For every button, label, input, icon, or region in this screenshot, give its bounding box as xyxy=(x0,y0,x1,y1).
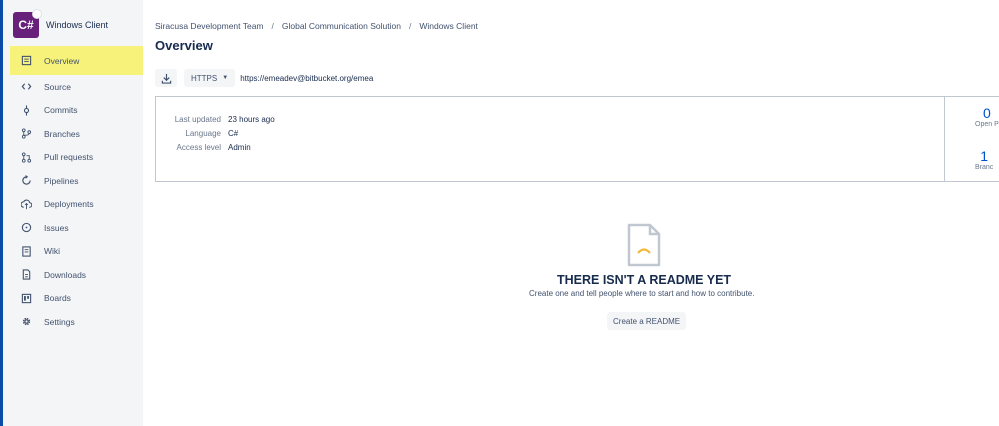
sidebar-item-label: Wiki xyxy=(44,246,61,257)
create-readme-button[interactable]: Create a README xyxy=(607,312,687,330)
info-label: Access level xyxy=(176,142,221,152)
commits-icon xyxy=(20,104,32,116)
readme-empty-subtitle: Create one and tell people where to star… xyxy=(529,289,755,298)
clone-url-field[interactable]: https://emeadev@bitbucket.org/emea xyxy=(235,68,386,88)
breadcrumb-project[interactable]: Global Communication Solution xyxy=(282,21,401,31)
sidebar-item-label: Pipelines xyxy=(44,175,79,186)
sidebar-item-label: Pull requests xyxy=(44,152,94,163)
sidebar-item-label: Boards xyxy=(44,293,71,304)
sidebar-item-overview[interactable]: Overview xyxy=(10,46,143,75)
sidebar-item-wiki[interactable]: Wiki xyxy=(10,240,143,264)
overview-icon xyxy=(20,55,32,67)
stat-value: 1 xyxy=(980,148,989,164)
branches-stat[interactable]: 1 Branc xyxy=(975,148,993,171)
main-content: Siracusa Development Team / Global Communi… xyxy=(143,0,999,426)
deployments-icon xyxy=(20,198,32,210)
sidebar-item-downloads[interactable]: Downloads xyxy=(10,263,143,287)
sidebar-item-label: Deployments xyxy=(44,199,94,210)
stat-label: Branc xyxy=(975,164,994,171)
info-row: Access level Admin xyxy=(164,140,275,154)
open-pull-requests-stat[interactable]: 0 Open P xyxy=(975,105,999,128)
stat-value: 0 xyxy=(982,105,991,121)
repo-details: Last updated 23 hours ago Language C# Ac… xyxy=(164,112,275,154)
info-row: Last updated 23 hours ago xyxy=(164,112,275,126)
info-value: Admin xyxy=(228,142,251,152)
sidebar-item-source[interactable]: Source xyxy=(10,75,143,99)
repo-header[interactable]: C# Windows Client xyxy=(13,9,108,38)
sidebar-item-label: Branches xyxy=(44,128,80,139)
branches-icon xyxy=(20,128,32,140)
protocol-label: HTTPS xyxy=(191,73,218,83)
repo-name[interactable]: Windows Client xyxy=(46,20,108,30)
pipelines-icon xyxy=(20,175,32,187)
clone-bar: HTTPS ▼ https://emeadev@bitbucket.org/em… xyxy=(155,68,386,88)
source-icon xyxy=(20,81,32,93)
empty-readme-icon xyxy=(627,223,661,267)
download-icon xyxy=(161,73,171,84)
sidebar-item-commits[interactable]: Commits xyxy=(10,99,143,123)
settings-icon xyxy=(20,316,32,328)
boards-icon xyxy=(20,292,32,304)
breadcrumb-separator: / xyxy=(408,21,412,31)
breadcrumb: Siracusa Development Team / Global Communi… xyxy=(155,21,478,31)
page-title: Overview xyxy=(155,38,213,53)
issues-icon xyxy=(20,222,32,234)
info-value: 23 hours ago xyxy=(228,114,275,124)
repo-avatar: C# xyxy=(13,9,42,38)
sidebar-item-pipelines[interactable]: Pipelines xyxy=(10,169,143,193)
info-label: Last updated xyxy=(174,114,221,124)
repo-stats: 0 Open P 1 Branc xyxy=(944,97,999,181)
sidebar-item-label: Settings xyxy=(44,316,75,327)
breadcrumb-repo[interactable]: Windows Client xyxy=(419,21,478,31)
repo-info-panel: Last updated 23 hours ago Language C# Ac… xyxy=(155,96,999,182)
info-row: Language C# xyxy=(164,126,275,140)
sidebar-item-settings[interactable]: Settings xyxy=(10,310,143,334)
protocol-dropdown[interactable]: HTTPS ▼ xyxy=(184,69,236,87)
chevron-down-icon: ▼ xyxy=(222,75,229,81)
readme-empty-title: THERE ISN'T A README YET xyxy=(557,273,732,287)
stat-label: Open P xyxy=(975,121,999,128)
sidebar-item-pull-requests[interactable]: Pull requests xyxy=(10,146,143,170)
private-badge-icon xyxy=(32,9,42,19)
info-value: C# xyxy=(228,128,239,138)
download-button[interactable] xyxy=(155,69,177,87)
sidebar-nav: Overview Source Commits Branches Pull re… xyxy=(10,46,143,334)
sidebar-item-branches[interactable]: Branches xyxy=(10,122,143,146)
sidebar-item-label: Issues xyxy=(44,222,69,233)
sidebar-item-deployments[interactable]: Deployments xyxy=(10,193,143,217)
sidebar-item-boards[interactable]: Boards xyxy=(10,287,143,311)
wiki-icon xyxy=(20,245,32,257)
sidebar-item-label: Downloads xyxy=(44,269,87,280)
sidebar-item-issues[interactable]: Issues xyxy=(10,216,143,240)
breadcrumb-team[interactable]: Siracusa Development Team xyxy=(155,21,264,31)
sidebar: C# Windows Client Overview Source Commit… xyxy=(3,0,143,426)
sidebar-item-label: Source xyxy=(44,81,71,92)
info-label: Language xyxy=(185,128,221,138)
sidebar-item-label: Overview xyxy=(44,55,80,66)
sidebar-item-label: Commits xyxy=(44,105,78,116)
repo-avatar-text: C# xyxy=(18,18,34,32)
breadcrumb-separator: / xyxy=(271,21,274,31)
pull-requests-icon xyxy=(20,151,32,163)
downloads-icon xyxy=(20,269,32,281)
